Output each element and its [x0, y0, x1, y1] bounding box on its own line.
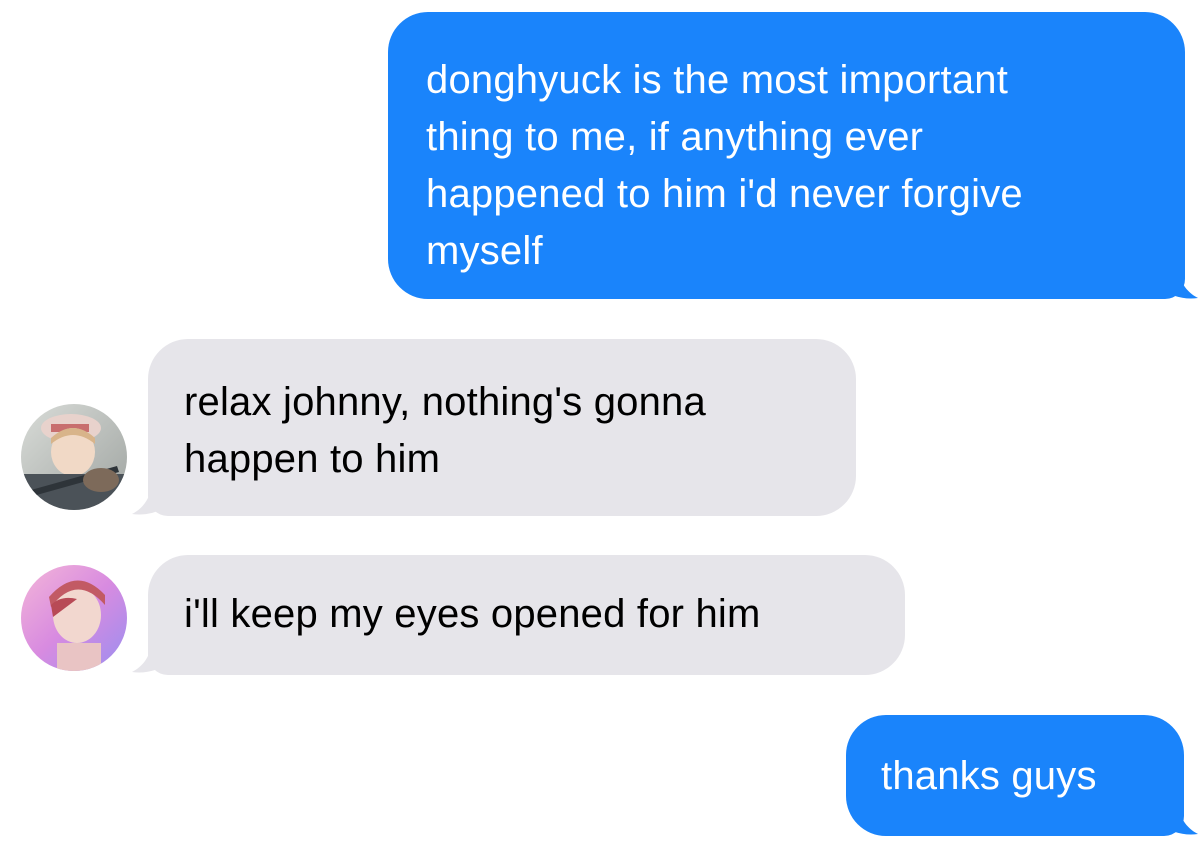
contact-avatar[interactable]	[21, 404, 127, 510]
message-thread: donghyuck is the most important thing to…	[0, 0, 1200, 852]
message-text: thanks guys	[881, 754, 1097, 798]
received-message-bubble[interactable]: i'll keep my eyes opened for him	[148, 555, 905, 675]
sent-message-bubble[interactable]: thanks guys	[846, 715, 1184, 836]
contact-avatar[interactable]	[21, 565, 127, 671]
message-text: relax johnny, nothing's gonna happen to …	[184, 380, 706, 481]
sent-bubble-tail	[1160, 800, 1198, 835]
avatar-photo-pink-icon	[21, 565, 127, 671]
message-text: donghyuck is the most important thing to…	[426, 58, 1023, 273]
received-bubble-tail	[132, 638, 170, 673]
sent-bubble-tail	[1160, 264, 1198, 299]
sent-message-bubble[interactable]: donghyuck is the most important thing to…	[388, 12, 1185, 299]
avatar-photo-guitar-icon	[21, 404, 127, 510]
message-text: i'll keep my eyes opened for him	[184, 592, 761, 636]
received-message-bubble[interactable]: relax johnny, nothing's gonna happen to …	[148, 339, 856, 516]
received-bubble-tail	[132, 480, 170, 515]
